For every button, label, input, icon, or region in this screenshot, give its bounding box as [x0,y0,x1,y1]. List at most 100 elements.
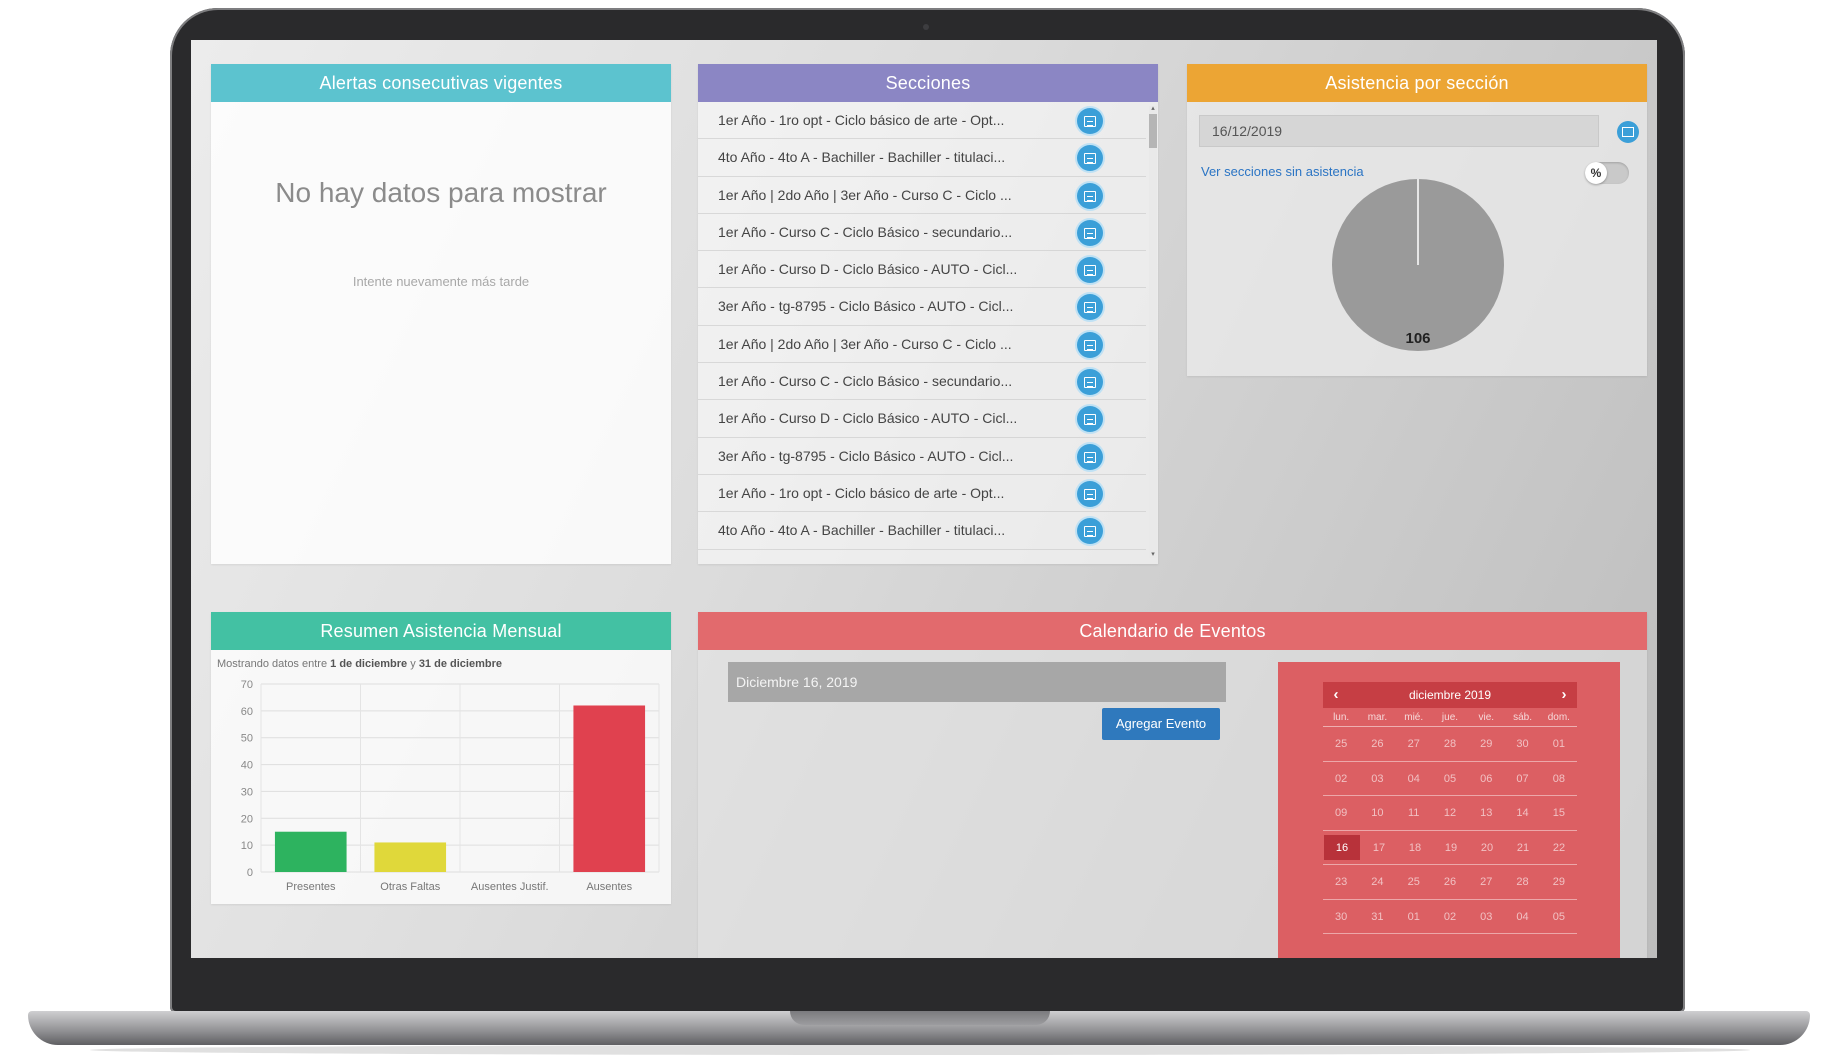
calendar-day[interactable]: 26 [1432,865,1468,899]
calendar-day[interactable]: 08 [1541,762,1577,796]
sections-list: 1er Año - 1ro opt - Ciclo básico de arte… [698,102,1146,560]
camera-dot [923,24,929,30]
calendar-day[interactable]: 25 [1396,865,1432,899]
laptop-notch [790,1011,1050,1025]
calendar-day[interactable]: 02 [1323,762,1359,796]
calendar-day[interactable]: 05 [1432,762,1468,796]
calendar-icon[interactable] [1077,294,1103,321]
calendar-day[interactable]: 17 [1361,831,1397,865]
section-label: 4to Año - 4to A - Bachiller - Bachiller … [718,522,1006,539]
section-list-item[interactable]: 1er Año | 2do Año | 3er Año - Curso C - … [698,326,1146,364]
calendar-day[interactable]: 27 [1468,865,1504,899]
section-list-item[interactable]: 3er Año - tg-8795 - Ciclo Básico - AUTO … [698,288,1146,326]
calendar-icon[interactable] [1077,518,1103,545]
section-list-item[interactable]: 3er Año - tg-8795 - Ciclo Básico - AUTO … [698,438,1146,475]
chevron-right-icon[interactable]: › [1551,682,1577,708]
calendar-day[interactable]: 03 [1468,900,1504,934]
y-tick-label: 0 [247,867,253,879]
percent-toggle[interactable]: % [1585,162,1629,184]
calendar-icon[interactable] [1077,108,1103,134]
range-joiner: y [410,658,416,670]
calendar-day[interactable]: 21 [1505,831,1541,865]
calendar-day[interactable]: 02 [1432,900,1468,934]
section-list-item[interactable]: 1er Año - Curso D - Ciclo Básico - AUTO … [698,251,1146,289]
calendar-day[interactable]: 29 [1468,727,1504,761]
scroll-up-arrow-icon[interactable]: ▴ [1149,105,1157,112]
calendar-day[interactable]: 07 [1504,762,1540,796]
calendar-day[interactable]: 12 [1432,796,1468,830]
section-list-item[interactable]: 1er Año - Curso C - Ciclo Básico - secun… [698,363,1146,401]
calendar-week-row: 25 26 27 28 29 30 01 [1323,727,1577,762]
range-to: 31 de diciembre [418,658,502,670]
calendar-icon[interactable] [1077,219,1103,246]
calendar-icon[interactable] [1077,182,1103,209]
section-list-item[interactable]: 1er Año - 1ro opt - Ciclo básico de arte… [698,475,1146,513]
section-label: 3er Año - tg-8795 - Ciclo Básico - AUTO … [718,298,1014,315]
calendar-day[interactable]: 10 [1359,796,1395,830]
calendar-day[interactable]: 09 [1323,796,1359,830]
calendar-day-selected[interactable]: 16 [1324,834,1360,860]
scroll-thumb[interactable] [1149,114,1157,148]
calendar-day[interactable]: 20 [1469,831,1505,865]
section-label: 1er Año | 2do Año | 3er Año - Curso C - … [718,186,1012,203]
calendar-day[interactable]: 22 [1541,831,1577,865]
calendar-icon[interactable] [1077,443,1103,470]
calendar-day[interactable]: 26 [1359,727,1395,761]
calendar-day[interactable]: 27 [1396,727,1432,761]
calendar-header: ‹ diciembre 2019 › [1323,682,1577,708]
attendance-date-field[interactable]: 16/12/2019 [1199,115,1599,147]
section-list-item[interactable]: 1er Año - Curso C - Ciclo Básico - secun… [698,214,1146,252]
calendar-day[interactable]: 25 [1323,727,1359,761]
section-list-item[interactable]: 1er Año | 2do Año | 3er Año - Curso C - … [698,177,1146,214]
chevron-left-icon[interactable]: ‹ [1323,682,1349,708]
bar-presentes [274,831,347,872]
calendar-icon[interactable] [1077,480,1103,507]
calendar-day[interactable]: 15 [1541,796,1577,830]
calendar-day[interactable]: 14 [1504,796,1540,830]
calendar-grid: lun. mar. mié. jue. vie. sáb. dom. 25 26 27 28 29 30… [1323,710,1577,934]
calendar-day[interactable]: 30 [1323,900,1359,934]
calendar-icon[interactable] [1077,406,1103,433]
calendar-day[interactable]: 03 [1359,762,1395,796]
y-tick-label: 40 [241,760,253,772]
calendar-icon[interactable] [1077,257,1103,284]
add-event-button[interactable]: Agregar Evento [1102,708,1220,740]
calendar-day[interactable]: 31 [1359,900,1395,934]
calendar-icon[interactable] [1617,121,1639,143]
calendar-day[interactable]: 04 [1396,762,1432,796]
y-tick-label: 50 [241,733,253,745]
section-list-item[interactable]: 1er Año - 1ro opt - Ciclo básico de arte… [698,102,1146,140]
calendar-day[interactable]: 05 [1541,900,1577,934]
calendar-day[interactable]: 28 [1504,865,1540,899]
calendar-icon[interactable] [1077,369,1103,396]
section-list-item[interactable]: 4to Año - 4to A - Bachiller - Bachiller … [698,512,1146,550]
calendar-icon[interactable] [1077,145,1103,172]
calendar-day[interactable]: 29 [1541,865,1577,899]
calendar-day[interactable]: 06 [1468,762,1504,796]
sections-scrollbar[interactable]: ▴ ▾ [1149,105,1157,558]
calendar-day[interactable]: 23 [1323,865,1359,899]
section-list-item[interactable]: 4to Año - 4to A - Bachiller - Bachiller … [698,139,1146,177]
monthly-summary-title: Resumen Asistencia Mensual [211,612,671,650]
calendar-day[interactable]: 18 [1397,831,1433,865]
calendar-day[interactable]: 19 [1433,831,1469,865]
y-tick-label: 10 [241,840,253,852]
calendar-day[interactable]: 01 [1396,900,1432,934]
calendar-day[interactable]: 28 [1432,727,1468,761]
calendar-day[interactable]: 04 [1504,900,1540,934]
calendar-day[interactable]: 11 [1396,796,1432,830]
bar-ausentes [573,705,646,872]
section-label: 1er Año - 1ro opt - Ciclo básico de arte… [718,112,1005,128]
calendar-icon[interactable] [1077,331,1103,358]
date-range-text: Mostrando datos entre 1 de diciembre y 3… [217,658,502,670]
weekday-label: mié. [1395,710,1432,727]
calendar-day[interactable]: 30 [1504,727,1540,761]
scroll-down-arrow-icon[interactable]: ▾ [1149,551,1157,558]
y-tick-label: 70 [241,679,253,691]
calendar-day[interactable]: 24 [1359,865,1395,899]
calendar-week-row: 09 10 11 12 13 14 15 [1323,796,1577,831]
section-list-item[interactable]: 1er Año - Curso D - Ciclo Básico - AUTO … [698,400,1146,438]
weekday-label: lun. [1323,710,1360,727]
calendar-day[interactable]: 01 [1541,727,1577,761]
calendar-day[interactable]: 13 [1468,796,1504,830]
